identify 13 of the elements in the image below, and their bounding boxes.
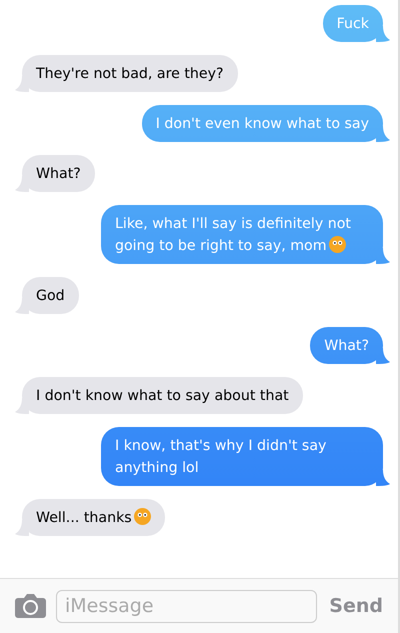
message-text: Like, what I'll say is definitely not going to be right to say, mom — [115, 216, 351, 254]
message-text: I know, that's why I didn't say anything lol — [115, 438, 326, 476]
send-button[interactable]: Send — [327, 592, 385, 620]
message-input-field[interactable]: iMessage — [56, 590, 318, 622]
message-text: What? — [36, 166, 81, 182]
message-text: What? — [324, 338, 369, 354]
message-text: Well... thanks — [36, 510, 132, 526]
message-text: Fuck — [336, 16, 369, 32]
message-text: They're not bad, are they? — [36, 66, 224, 82]
message-text: I don't even know what to say — [156, 116, 369, 132]
message-text: God — [36, 288, 65, 304]
message-text: I don't know what to say about that — [36, 388, 289, 404]
camera-icon[interactable] — [15, 594, 46, 618]
